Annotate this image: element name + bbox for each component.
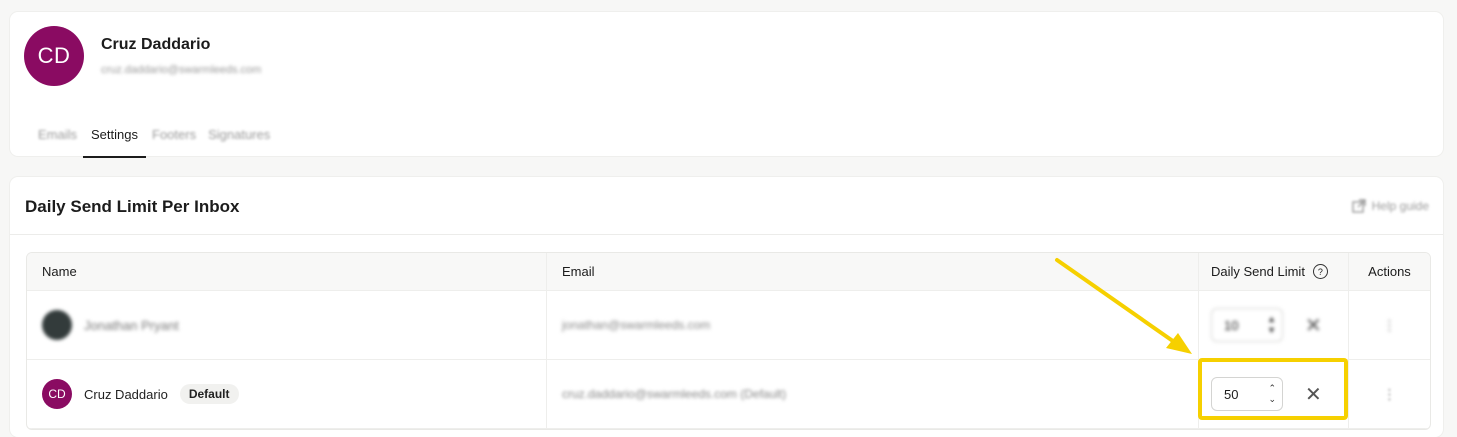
highlight-box	[1198, 358, 1348, 420]
